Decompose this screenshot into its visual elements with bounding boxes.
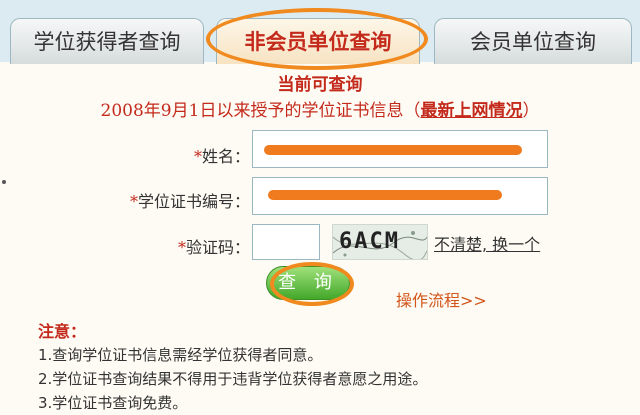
captcha-image[interactable]: 6ACM <box>332 224 428 260</box>
dot-marker <box>2 180 6 184</box>
cert-redaction <box>268 190 502 200</box>
name-label-text: 姓名： <box>201 147 250 166</box>
title-line2-close: ） <box>522 101 540 121</box>
title-line2: 2008年9月1日以来授予的学位证书信息（最新上网情况） <box>0 96 640 121</box>
cert-label-text: 学位证书编号： <box>137 192 250 211</box>
name-redaction <box>264 145 522 155</box>
note-item: 3.学位证书查询免费。 <box>38 394 188 412</box>
title-line1: 当前可查询 <box>277 75 363 95</box>
flow-link[interactable]: 操作流程>> <box>396 287 487 311</box>
highlight-ring-button <box>270 262 354 306</box>
captcha-label-text: 验证码： <box>185 238 250 257</box>
highlight-ring-tab <box>206 8 428 70</box>
name-label: *姓名： <box>120 143 250 167</box>
required-mark: * <box>177 238 186 257</box>
note-item: 1.查询学位证书信息需经学位获得者同意。 <box>38 346 323 364</box>
refresh-captcha-link[interactable]: 不清楚, 换一个 <box>434 231 540 255</box>
captcha-label: *验证码： <box>120 234 250 258</box>
latest-link[interactable]: 最新上网情况 <box>420 101 522 121</box>
note-item: 2.学位证书查询结果不得用于违背学位获得者意愿之用途。 <box>38 370 428 388</box>
required-mark: * <box>129 192 138 211</box>
captcha-text: 6ACM <box>339 229 400 254</box>
cert-label: *学位证书编号： <box>60 188 250 212</box>
tab-member[interactable]: 会员单位查询 <box>434 18 632 64</box>
title-line2-text: 2008年9月1日以来授予的学位证书信息（ <box>100 101 421 121</box>
tab-degree-holder[interactable]: 学位获得者查询 <box>10 18 204 64</box>
notes-title: 注意： <box>38 322 87 341</box>
required-mark: * <box>193 147 202 166</box>
captcha-input[interactable] <box>252 224 320 260</box>
